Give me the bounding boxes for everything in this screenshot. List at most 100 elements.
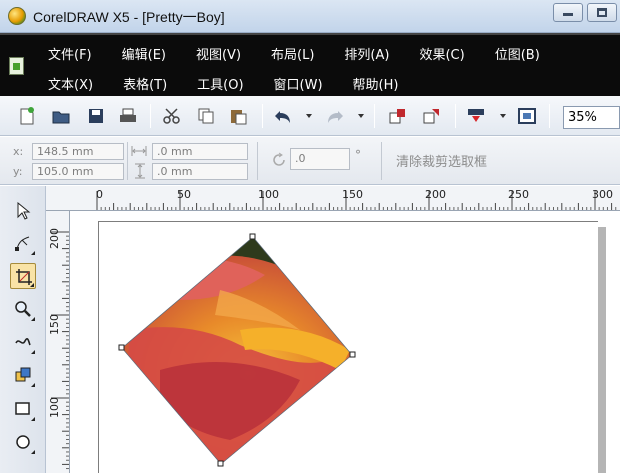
minimize-icon bbox=[563, 13, 573, 16]
menu-effects[interactable]: 效果(C) bbox=[419, 44, 464, 64]
vertical-ruler-ticks bbox=[51, 231, 69, 470]
menu-help[interactable]: 帮助(H) bbox=[353, 74, 399, 94]
propbar-separator bbox=[127, 142, 128, 180]
zoom-level-select[interactable]: 35% bbox=[563, 106, 620, 129]
shape-tool-icon bbox=[15, 236, 30, 251]
export-icon[interactable] bbox=[422, 107, 440, 125]
height-field[interactable]: .0 mm bbox=[152, 163, 248, 180]
menu-tools[interactable]: 工具(O) bbox=[197, 74, 243, 94]
standard-toolbar bbox=[0, 96, 620, 136]
ruler-label: 100 bbox=[48, 397, 61, 418]
toolbar-separator bbox=[549, 104, 550, 128]
propbar-separator bbox=[381, 142, 382, 180]
pick-tool-icon bbox=[17, 202, 31, 220]
property-bar: x: 148.5 mm y: 105.0 mm .0 mm .0 mm .0 ° bbox=[0, 137, 620, 185]
pick-tool-button[interactable] bbox=[10, 198, 36, 224]
undo-icon[interactable] bbox=[274, 107, 292, 125]
toolbar-separator bbox=[374, 104, 375, 128]
freehand-tool-button[interactable] bbox=[10, 329, 36, 355]
rectangle-tool-icon bbox=[15, 402, 30, 415]
menu-view[interactable]: 视图(V) bbox=[196, 44, 241, 64]
rotation-angle-field[interactable]: .0 bbox=[290, 148, 350, 170]
copy-icon[interactable] bbox=[197, 107, 215, 125]
ruler-label: 100 bbox=[258, 188, 279, 201]
menu-text[interactable]: 文本(X) bbox=[48, 74, 93, 94]
x-label: x: bbox=[13, 145, 24, 158]
rotation-icon bbox=[273, 152, 285, 166]
clear-crop-marquee-button[interactable]: 清除裁剪选取框 bbox=[396, 151, 487, 170]
menu-layout[interactable]: 布局(L) bbox=[271, 44, 314, 64]
flyout-corner-icon bbox=[31, 317, 35, 321]
ruler-label: 250 bbox=[508, 188, 529, 201]
degree-symbol: ° bbox=[355, 148, 361, 162]
shape-tool-button[interactable] bbox=[10, 230, 36, 256]
maximize-button[interactable] bbox=[587, 3, 617, 22]
menu-arrange[interactable]: 排列(A) bbox=[344, 44, 389, 64]
flyout-corner-icon bbox=[31, 251, 35, 255]
redo-dropdown-icon[interactable] bbox=[358, 114, 364, 118]
save-icon[interactable] bbox=[87, 107, 105, 125]
window-title: CorelDRAW X5 - [Pretty一Boy] bbox=[33, 9, 225, 25]
menu-row-2: 文本(X) 表格(T) 工具(O) 窗口(W) 帮助(H) bbox=[48, 74, 428, 94]
coreldraw-logo-icon bbox=[8, 7, 26, 25]
ruler-label: 150 bbox=[48, 314, 61, 335]
width-field[interactable]: .0 mm bbox=[152, 143, 248, 160]
ruler-label: 200 bbox=[425, 188, 446, 201]
open-icon[interactable] bbox=[52, 107, 70, 125]
smart-fill-tool-button[interactable] bbox=[10, 362, 36, 388]
cut-icon[interactable] bbox=[163, 107, 181, 125]
flyout-corner-icon bbox=[31, 383, 35, 387]
print-icon[interactable] bbox=[119, 107, 137, 125]
x-position-field[interactable]: 148.5 mm bbox=[32, 143, 124, 160]
new-document-icon[interactable] bbox=[18, 107, 36, 125]
flyout-corner-icon bbox=[31, 450, 35, 454]
maximize-icon bbox=[597, 8, 607, 17]
menu-window[interactable]: 窗口(W) bbox=[274, 74, 323, 94]
welcome-screen-icon[interactable] bbox=[518, 107, 536, 125]
launcher-dropdown-icon[interactable] bbox=[500, 114, 506, 118]
menu-bitmaps[interactable]: 位图(B) bbox=[495, 44, 540, 64]
page-shadow bbox=[598, 227, 606, 473]
ellipse-tool-button[interactable] bbox=[10, 429, 36, 455]
toolbar-separator bbox=[150, 104, 151, 128]
propbar-separator bbox=[257, 142, 258, 180]
zoom-tool-button[interactable] bbox=[10, 296, 36, 322]
menu-file[interactable]: 文件(F) bbox=[48, 44, 92, 64]
height-icon bbox=[135, 163, 145, 179]
freehand-tool-icon bbox=[15, 338, 31, 346]
ruler-label: 0 bbox=[96, 188, 103, 201]
toolbar-separator bbox=[262, 104, 263, 128]
smart-fill-tool-icon bbox=[15, 367, 31, 382]
ruler-label: 300 bbox=[592, 188, 613, 201]
menu-bar: 文件(F) 编辑(E) 视图(V) 布局(L) 排列(A) 效果(C) 位图(B… bbox=[0, 33, 620, 96]
toolbox bbox=[0, 186, 46, 473]
ruler-label: 50 bbox=[177, 188, 191, 201]
ruler-label: 200 bbox=[48, 228, 61, 249]
flyout-corner-icon bbox=[31, 350, 35, 354]
toolbar-separator bbox=[455, 104, 456, 128]
import-icon[interactable] bbox=[388, 107, 406, 125]
menu-table[interactable]: 表格(T) bbox=[123, 74, 167, 94]
document-icon[interactable] bbox=[9, 57, 24, 75]
menu-row-1: 文件(F) 编辑(E) 视图(V) 布局(L) 排列(A) 效果(C) 位图(B… bbox=[48, 44, 570, 64]
rectangle-tool-button[interactable] bbox=[10, 396, 36, 422]
y-position-field[interactable]: 105.0 mm bbox=[32, 163, 124, 180]
undo-dropdown-icon[interactable] bbox=[306, 114, 312, 118]
menu-edit[interactable]: 编辑(E) bbox=[122, 44, 166, 64]
redo-icon[interactable] bbox=[326, 107, 344, 125]
paste-icon[interactable] bbox=[229, 107, 247, 125]
zoom-tool-icon bbox=[15, 301, 31, 317]
minimize-button[interactable] bbox=[553, 3, 583, 22]
vertical-ruler[interactable]: 200 150 100 bbox=[46, 211, 70, 473]
width-icon bbox=[131, 146, 147, 156]
title-bar: CorelDRAW X5 - [Pretty一Boy] bbox=[0, 0, 620, 33]
y-label: y: bbox=[13, 165, 23, 178]
application-launcher-icon[interactable] bbox=[467, 107, 485, 125]
ellipse-tool-icon bbox=[16, 435, 30, 449]
flyout-corner-icon bbox=[30, 283, 34, 287]
horizontal-ruler-ticks bbox=[96, 191, 617, 210]
horizontal-ruler[interactable]: 0 50 100 150 200 250 300 bbox=[48, 186, 620, 211]
flyout-corner-icon bbox=[31, 417, 35, 421]
drawing-page[interactable] bbox=[98, 221, 598, 473]
crop-tool-button[interactable] bbox=[10, 263, 36, 289]
